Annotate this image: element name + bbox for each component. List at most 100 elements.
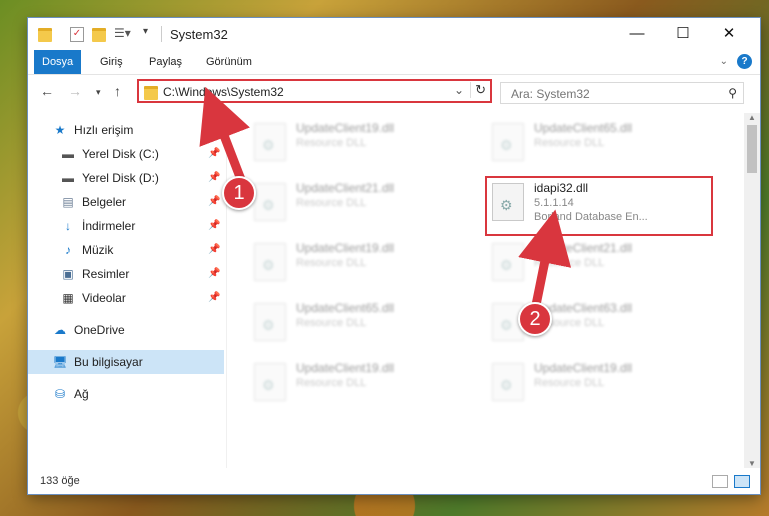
search-box[interactable]: ⚲ [500,82,744,104]
back-arrow-icon[interactable]: ← [40,83,54,99]
file-type: Resource DLL [534,377,605,389]
sidebar-item-documents[interactable]: ▤ Belgeler 📌 [28,190,224,214]
sidebar-item-local-disk-d[interactable]: ▬ Yerel Disk (D:) 📌 [28,166,224,190]
file-name: UpdateClient19.dll [296,361,395,375]
sidebar-item-downloads[interactable]: ↓ İndirmeler 📌 [28,214,224,238]
explorer-window: ✓ ☰▾ ▾ System32 — ☐ ✕ Dosya Giriş Paylaş… [28,18,760,494]
list-item[interactable]: ⚙ UpdateClient21.dll Resource DLL [244,177,464,223]
drive-icon: ▬ [62,171,74,185]
scroll-up-icon[interactable]: ▲ [748,113,756,122]
videos-icon: ▦ [62,291,74,305]
status-bar: 133 öğe [28,470,760,494]
sidebar-item-quick-access[interactable]: ★ Hızlı erişim [28,118,224,142]
quick-access-dropdown-icon[interactable]: ▾ [143,26,159,42]
dll-file-icon: ⚙ [492,123,524,161]
file-type: Resource DLL [534,257,605,269]
sidebar-item-label: Bu bilgisayar [74,355,143,369]
chevron-down-icon[interactable]: ⌄ [454,83,464,97]
sidebar-item-label: Resimler [82,267,130,281]
dll-file-icon: ⚙ [492,243,524,281]
tab-paylas[interactable]: Paylaş [141,50,190,74]
sidebar-item-pictures[interactable]: ▣ Resimler 📌 [28,262,224,286]
tab-gorunum[interactable]: Görünüm [198,50,260,74]
sidebar-item-label: Hızlı erişim [74,123,134,137]
search-icon[interactable]: ⚲ [728,86,737,100]
address-row: ← → ▾ ↑ C:\Windows\System32 ⌄ ↻ ⚲ [28,75,760,109]
file-name: UpdateClient21.dll [534,241,633,255]
sidebar-item-label: Ağ [74,387,89,401]
properties-icon[interactable]: ✓ [70,27,84,42]
pin-icon[interactable]: 📌 [208,166,220,190]
sidebar-item-label: Müzik [82,243,114,257]
up-arrow-icon[interactable]: ↑ [114,83,121,99]
pin-icon[interactable]: 📌 [208,286,220,310]
sidebar-item-onedrive[interactable]: ☁ OneDrive [28,318,224,342]
highlight-box-file [485,176,713,236]
list-item[interactable]: ⚙ UpdateClient63.dll Resource DLL [482,297,702,343]
vertical-scrollbar[interactable]: ▲ ▼ [744,113,760,468]
pin-icon[interactable]: 📌 [208,142,220,166]
maximize-button[interactable]: ☐ [660,18,706,50]
address-bar[interactable]: C:\Windows\System32 ⌄ ↻ [137,79,492,103]
list-item[interactable]: ⚙ UpdateClient19.dll Resource DLL [244,117,464,163]
refresh-icon[interactable]: ↻ [470,82,486,98]
list-item[interactable]: ⚙ UpdateClient65.dll Resource DLL [482,117,702,163]
cloud-icon: ☁ [54,323,66,337]
sidebar-item-label: Videolar [82,291,126,305]
computer-icon: 🖥 [52,355,68,369]
forward-arrow-icon[interactable]: → [68,83,82,99]
customize-toolbar-icon[interactable]: ☰▾ [114,26,131,42]
download-icon: ↓ [65,219,71,233]
dll-file-icon: ⚙ [254,243,286,281]
help-icon[interactable]: ? [737,54,752,69]
sidebar-item-label: Belgeler [82,195,127,209]
pin-icon[interactable]: 📌 [208,214,220,238]
file-name: UpdateClient19.dll [296,241,395,255]
file-name: UpdateClient65.dll [296,301,395,315]
minimize-button[interactable]: — [614,18,660,50]
file-type: Resource DLL [296,137,367,149]
star-icon: ★ [54,123,66,137]
close-button[interactable]: ✕ [706,18,752,50]
expand-ribbon-icon[interactable]: ⌄ [720,56,728,67]
sidebar-item-music[interactable]: ♪ Müzik 📌 [28,238,224,262]
list-item[interactable]: ⚙ UpdateClient65.dll Resource DLL [244,297,464,343]
navigation-pane: ★ Hızlı erişim ▬ Yerel Disk (C:) 📌 ▬ Yer… [28,113,224,468]
pin-icon[interactable]: 📌 [208,190,220,214]
file-type: Resource DLL [296,257,367,269]
file-type: Resource DLL [296,377,367,389]
new-folder-icon[interactable] [92,26,108,42]
file-type: Resource DLL [296,317,367,329]
pin-icon[interactable]: 📌 [208,238,220,262]
scroll-down-icon[interactable]: ▼ [748,459,756,468]
tab-dosya[interactable]: Dosya [34,50,82,74]
pin-icon[interactable]: 📌 [208,262,220,286]
tab-giris[interactable]: Giriş [92,50,131,74]
file-name: UpdateClient21.dll [296,181,395,195]
sidebar-item-label: Yerel Disk (D:) [82,171,159,185]
address-path: C:\Windows\System32 [163,85,284,99]
item-count: 133 öğe [40,475,80,487]
sidebar-item-label: Yerel Disk (C:) [82,147,159,161]
dll-file-icon: ⚙ [254,303,286,341]
list-item[interactable]: ⚙ UpdateClient21.dll Resource DLL [482,237,702,283]
sidebar-item-local-disk-c[interactable]: ▬ Yerel Disk (C:) 📌 [28,142,224,166]
sidebar-item-this-pc[interactable]: 🖥 Bu bilgisayar [28,350,224,374]
recent-locations-icon[interactable]: ▾ [96,87,101,98]
list-item[interactable]: ⚙ UpdateClient19.dll Resource DLL [244,237,464,283]
sidebar-item-label: İndirmeler [82,219,136,233]
list-item[interactable]: ⚙ UpdateClient19.dll Resource DLL [244,357,464,403]
details-view-icon[interactable] [712,475,728,488]
large-icons-view-icon[interactable] [734,475,750,488]
scroll-thumb[interactable] [747,125,757,173]
file-name: UpdateClient19.dll [534,361,633,375]
list-item[interactable]: ⚙ UpdateClient19.dll Resource DLL [482,357,702,403]
title-bar: ✓ ☰▾ ▾ System32 — ☐ ✕ [28,18,760,50]
title-separator [161,26,162,42]
file-type: Resource DLL [296,197,367,209]
pictures-icon: ▣ [62,267,74,281]
sidebar-item-videos[interactable]: ▦ Videolar 📌 [28,286,224,310]
sidebar-item-network[interactable]: ⛁ Ağ [28,382,224,406]
documents-icon: ▤ [62,195,74,209]
search-input[interactable] [509,86,713,102]
